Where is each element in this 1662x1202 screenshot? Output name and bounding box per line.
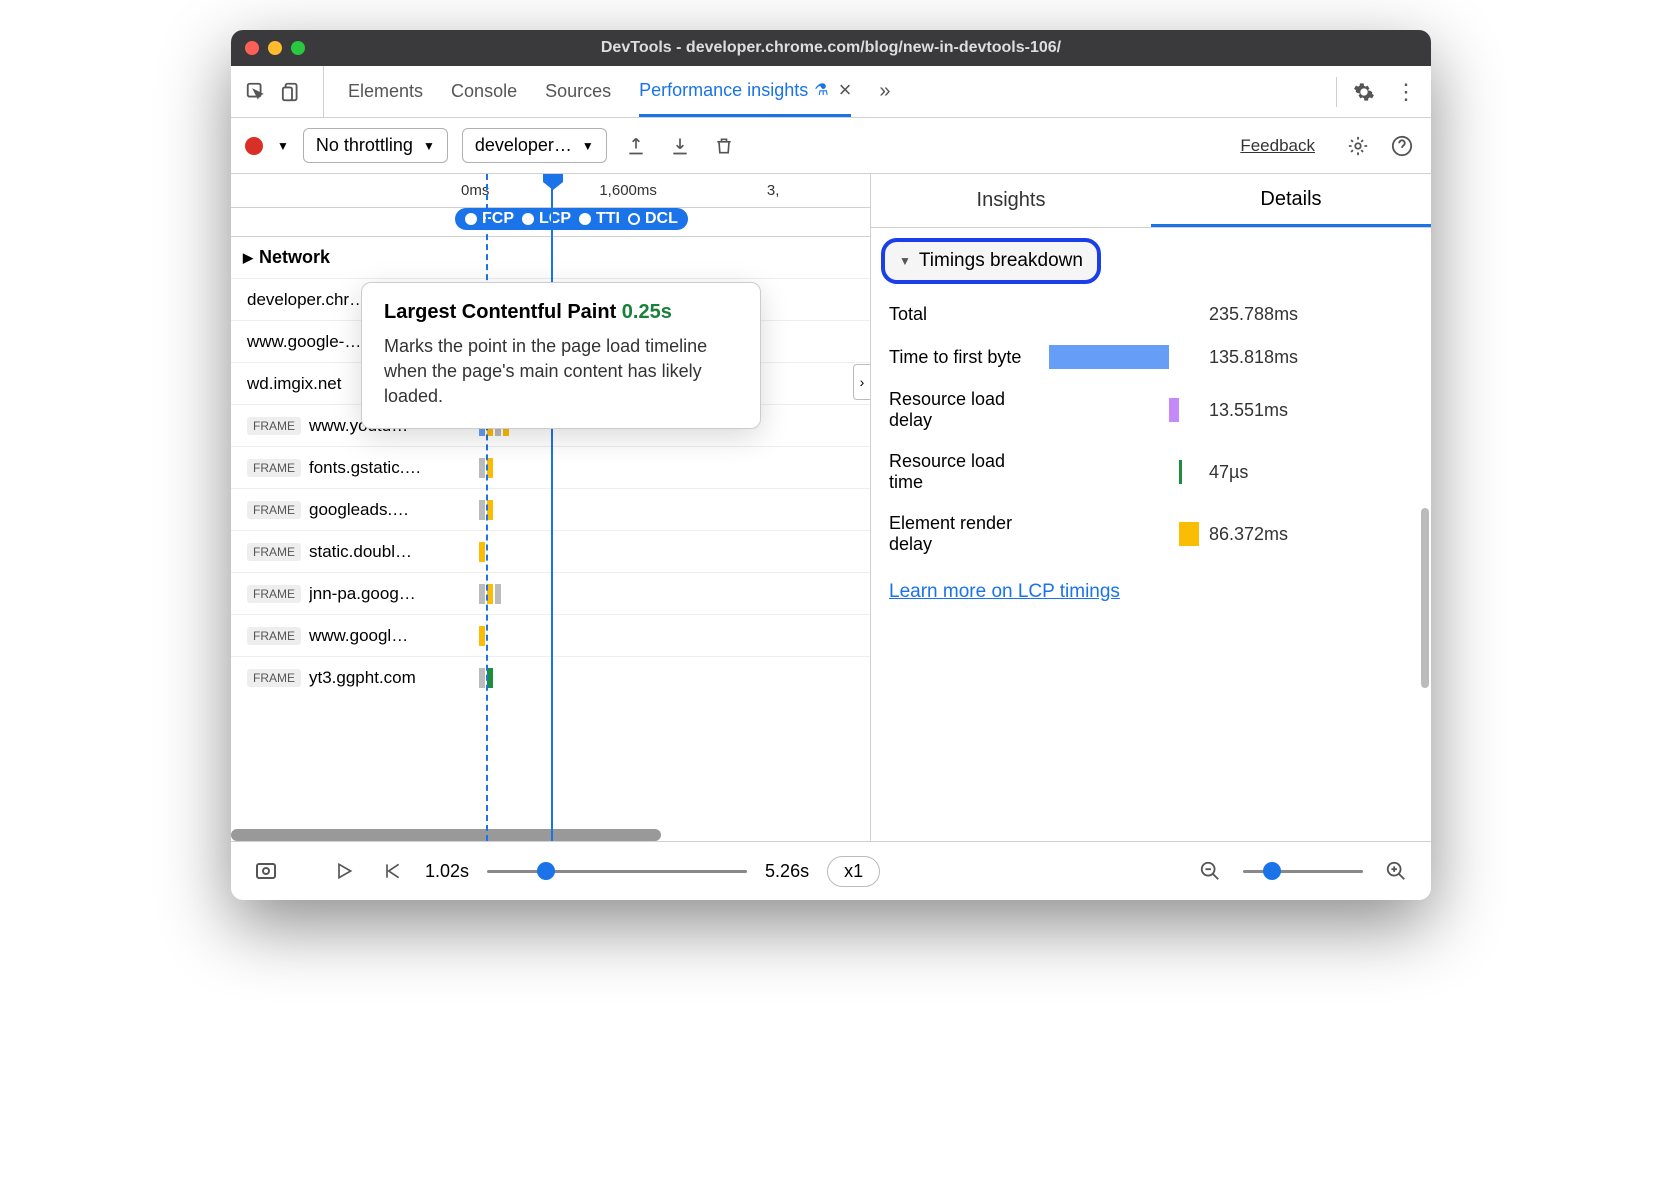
tab-elements[interactable]: Elements	[348, 66, 423, 117]
tooltip-value: 0.25s	[622, 301, 672, 323]
timing-metric: Resource load time 47µs	[871, 441, 1431, 503]
tab-performance-insights[interactable]: Performance insights ⚗ ×	[639, 66, 851, 117]
close-tab-icon[interactable]: ×	[839, 77, 852, 103]
metric-label: Time to first byte	[889, 347, 1039, 368]
frame-badge: FRAME	[247, 543, 301, 561]
frame-badge: FRAME	[247, 501, 301, 519]
details-panel: Insights Details Timings breakdown Total…	[871, 174, 1431, 841]
metric-value: 13.551ms	[1209, 400, 1288, 421]
inspect-icon[interactable]	[241, 77, 271, 107]
learn-more-link[interactable]: Learn more on LCP timings	[871, 565, 1431, 619]
throttling-select[interactable]: No throttling▼	[303, 128, 448, 163]
metric-value: 47µs	[1209, 462, 1248, 483]
gear-icon[interactable]	[1343, 131, 1373, 161]
kebab-menu-icon[interactable]: ⋮	[1391, 77, 1421, 107]
minimize-window-button[interactable]	[268, 41, 282, 55]
speed-button[interactable]: x1	[827, 856, 880, 887]
playback-slider[interactable]	[487, 870, 747, 873]
network-host: fonts.gstatic.…	[309, 458, 449, 478]
ruler-tick: 1,600ms	[599, 182, 657, 199]
play-icon[interactable]	[329, 856, 359, 886]
tab-label: Performance insights	[639, 80, 808, 101]
frame-badge: FRAME	[247, 459, 301, 477]
timing-chips[interactable]: FCP LCP TTI DCL	[455, 208, 688, 230]
device-toggle-icon[interactable]	[277, 77, 307, 107]
zoom-out-icon[interactable]	[1195, 856, 1225, 886]
tooltip-title: Largest Contentful Paint	[384, 301, 616, 323]
help-icon[interactable]	[1387, 131, 1417, 161]
network-host: jnn-pa.goog…	[309, 584, 449, 604]
export-icon[interactable]	[621, 131, 651, 161]
timing-metric: Element render delay 86.372ms	[871, 503, 1431, 565]
insights-tab[interactable]: Insights	[871, 174, 1151, 227]
metric-value: 135.818ms	[1209, 347, 1298, 368]
window-titlebar: DevTools - developer.chrome.com/blog/new…	[231, 30, 1431, 66]
sidebar-toggle-icon[interactable]: ›	[853, 364, 871, 400]
window-title: DevTools - developer.chrome.com/blog/new…	[601, 39, 1061, 57]
timings-breakdown-header[interactable]: Timings breakdown	[881, 238, 1101, 284]
vertical-scrollbar[interactable]	[1421, 508, 1429, 688]
marker-line	[486, 174, 488, 841]
frame-badge: FRAME	[247, 627, 301, 645]
close-window-button[interactable]	[245, 41, 259, 55]
record-button[interactable]	[245, 137, 263, 155]
flask-icon: ⚗	[814, 80, 828, 100]
details-tab[interactable]: Details	[1151, 174, 1431, 227]
metric-value: 86.372ms	[1209, 524, 1288, 545]
performance-toolbar: ▼ No throttling▼ developer…▼ Feedback	[231, 118, 1431, 174]
metric-label: Resource load delay	[889, 389, 1039, 431]
settings-icon[interactable]	[1349, 77, 1379, 107]
ruler-tick: 3,	[767, 182, 780, 199]
tooltip-description: Marks the point in the page load timelin…	[384, 334, 738, 410]
frame-badge: FRAME	[247, 417, 301, 435]
chip-lcp: LCP	[539, 210, 571, 228]
timing-metric: Time to first byte 135.818ms	[871, 335, 1431, 379]
metric-value: 235.788ms	[1209, 304, 1298, 325]
zoom-slider[interactable]	[1243, 870, 1363, 873]
tab-console[interactable]: Console	[451, 66, 517, 117]
network-host: www.googl…	[309, 626, 449, 646]
playback-footer: 1.02s 5.26s x1	[231, 842, 1431, 900]
playhead-marker[interactable]	[543, 174, 563, 190]
time-end: 5.26s	[765, 861, 809, 882]
view-icon[interactable]	[251, 856, 281, 886]
rewind-icon[interactable]	[377, 856, 407, 886]
chip-dcl: DCL	[645, 210, 678, 228]
throttling-value: No throttling	[316, 135, 413, 156]
source-select[interactable]: developer…▼	[462, 128, 607, 163]
source-value: developer…	[475, 135, 572, 156]
time-start: 1.02s	[425, 861, 469, 882]
import-icon[interactable]	[665, 131, 695, 161]
delete-icon[interactable]	[709, 131, 739, 161]
record-options-dropdown[interactable]: ▼	[277, 139, 289, 153]
zoom-in-icon[interactable]	[1381, 856, 1411, 886]
maximize-window-button[interactable]	[291, 41, 305, 55]
network-host: googleads.…	[309, 500, 449, 520]
horizontal-scrollbar[interactable]	[231, 829, 661, 841]
more-tabs-icon[interactable]: »	[879, 80, 890, 103]
metric-label: Total	[889, 304, 1039, 325]
timing-metric: Total 235.788ms	[871, 294, 1431, 335]
feedback-link[interactable]: Feedback	[1240, 136, 1315, 156]
timeline-panel: 0ms 1,600ms 3, FCP LCP TTI DCL Network d…	[231, 174, 871, 841]
metric-label: Resource load time	[889, 451, 1039, 493]
chip-tti: TTI	[596, 210, 620, 228]
network-host: static.doubl…	[309, 542, 449, 562]
frame-badge: FRAME	[247, 585, 301, 603]
network-host: yt3.ggpht.com	[309, 668, 449, 688]
tab-sources[interactable]: Sources	[545, 66, 611, 117]
playhead-line	[551, 174, 553, 841]
devtools-tabs-bar: Elements Console Sources Performance ins…	[231, 66, 1431, 118]
frame-badge: FRAME	[247, 669, 301, 687]
metric-label: Element render delay	[889, 513, 1039, 555]
timing-metric: Resource load delay 13.551ms	[871, 379, 1431, 441]
lcp-tooltip: Largest Contentful Paint 0.25s Marks the…	[361, 282, 761, 429]
